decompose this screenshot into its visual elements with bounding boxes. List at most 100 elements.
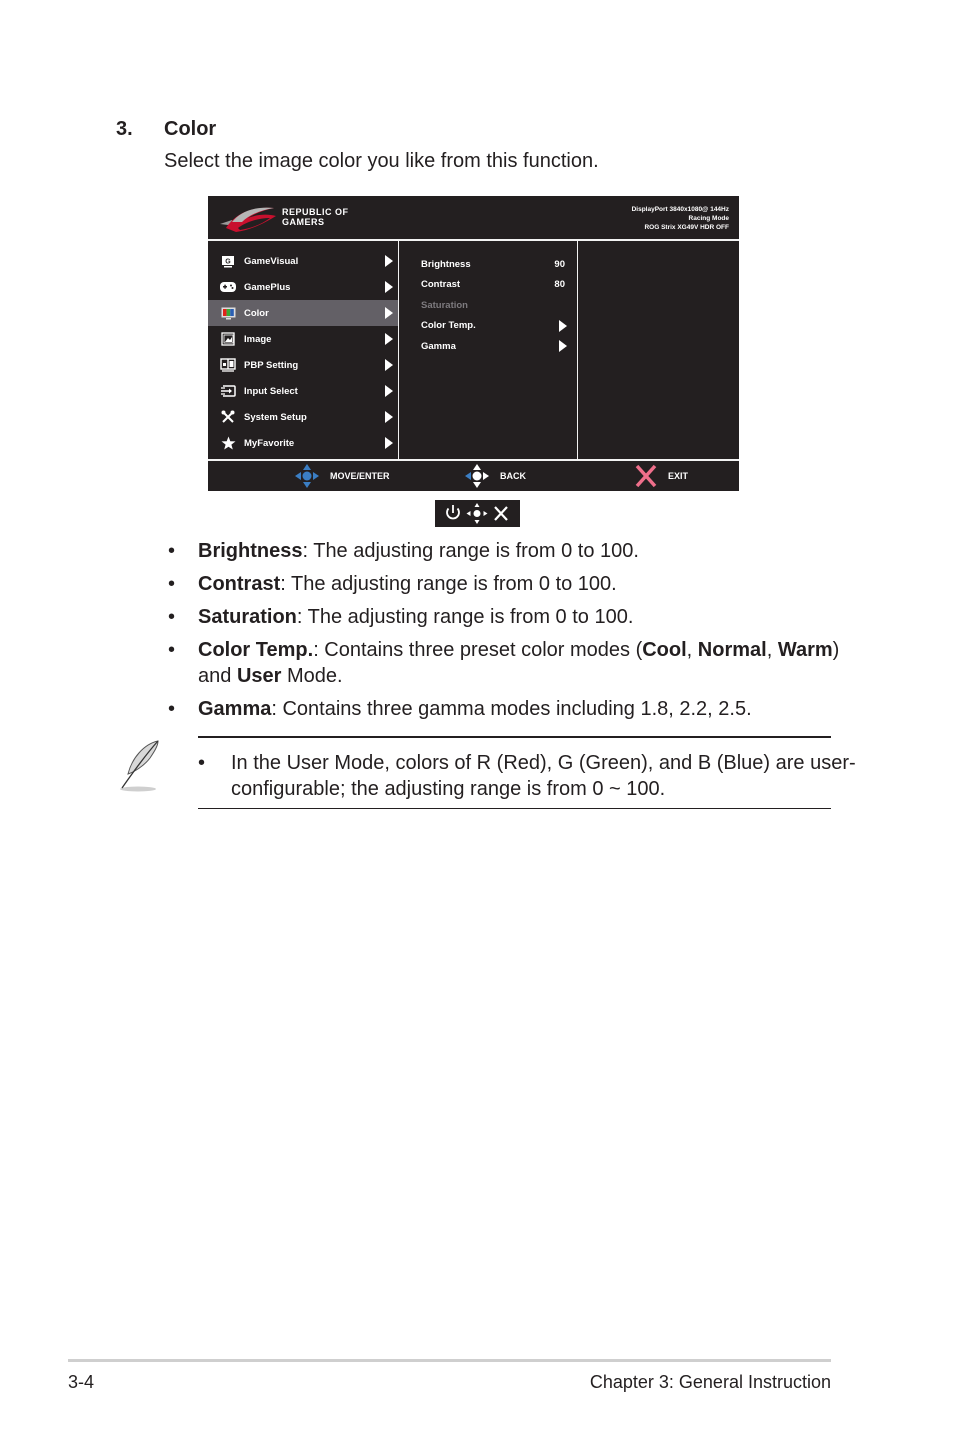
joystick-back-icon: [465, 464, 489, 488]
bullet: •: [168, 606, 176, 628]
term: Gamma: [198, 698, 272, 720]
gamepad-icon: [220, 280, 236, 294]
close-icon: [494, 506, 508, 521]
list-item-color-temp: • Color Temp.: Contains three preset col…: [168, 637, 848, 689]
term: Saturation: [198, 606, 297, 628]
move-enter-label: MOVE/ENTER: [330, 471, 390, 481]
bullet: •: [168, 698, 176, 720]
note-text: • In the User Mode, colors of R (Red), G…: [198, 750, 871, 802]
osd-main-menu: G GameVisual GamePlus Color Image PBP Se…: [208, 248, 398, 456]
chevron-right-icon: [385, 307, 393, 319]
bullet: •: [198, 752, 206, 774]
footer-rule: [68, 1359, 831, 1362]
image-icon: [220, 332, 236, 346]
section-title: Color: [164, 118, 217, 140]
page-number: 3-4: [68, 1372, 95, 1392]
mode-cool: Cool: [642, 639, 687, 661]
osd-divider-top: [208, 239, 739, 241]
osd-status: DisplayPort 3840x1080@ 144Hz Racing Mode…: [632, 205, 729, 232]
color-monitor-icon: [220, 306, 236, 320]
desc: : The adjusting range is from 0 to 100.: [296, 606, 634, 628]
term: Brightness: [198, 540, 303, 562]
menu-item-gamevisual[interactable]: G GameVisual: [208, 248, 398, 274]
status-input: DisplayPort 3840x1080@ 144Hz: [631, 206, 729, 213]
power-icon: [446, 505, 460, 520]
status-model: ROG Strix XG49V HDR OFF: [644, 224, 729, 231]
brand-line-2: GAMERS: [282, 217, 325, 227]
chevron-right-icon: [385, 411, 393, 423]
menu-item-myfavorite[interactable]: MyFavorite: [208, 430, 398, 456]
feature-list: • Brightness: The adjusting range is fro…: [168, 538, 848, 729]
joystick-icon: [466, 503, 488, 524]
submenu-item-contrast[interactable]: Contrast 80: [400, 275, 578, 296]
submenu-label: Contrast: [421, 279, 461, 291]
tail: Mode.: [281, 665, 343, 687]
menu-item-pbp-setting[interactable]: PBP Setting: [208, 352, 398, 378]
osd-column-divider: [398, 241, 399, 459]
rog-logo-icon: [220, 207, 276, 232]
list-item-saturation: • Saturation: The adjusting range is fro…: [168, 604, 848, 630]
menu-item-input-select[interactable]: Input Select: [208, 378, 398, 404]
chapter-title: Chapter 3: General Instruction: [589, 1372, 831, 1392]
submenu-item-color-temp[interactable]: Color Temp.: [400, 316, 578, 337]
section-description: Select the image color you like from thi…: [164, 150, 599, 172]
chevron-right-icon: [559, 319, 567, 332]
chevron-right-icon: [385, 359, 393, 371]
exit-label: EXIT: [668, 471, 689, 481]
bullet: •: [168, 573, 176, 595]
tools-icon: [220, 410, 236, 424]
submenu-item-saturation: Saturation: [400, 295, 578, 316]
chevron-right-icon: [385, 437, 393, 449]
menu-item-label: GameVisual: [244, 255, 299, 267]
submenu-label: Gamma: [421, 340, 456, 352]
menu-item-image[interactable]: Image: [208, 326, 398, 352]
osd-menu: REPUBLIC OF GAMERS DisplayPort 3840x1080…: [208, 196, 739, 491]
monitor-button-strip: [435, 500, 520, 527]
contrast-value: 80: [554, 279, 565, 291]
menu-item-label: MyFavorite: [244, 437, 295, 449]
chevron-right-icon: [385, 385, 393, 397]
osd-header: REPUBLIC OF GAMERS DisplayPort 3840x1080…: [208, 196, 739, 239]
note-rule-bottom: [198, 808, 831, 809]
chevron-right-icon: [385, 255, 393, 267]
joystick-move-icon: [295, 464, 319, 488]
note-body: In the User Mode, colors of R (Red), G (…: [231, 752, 856, 800]
section-number: 3.: [116, 118, 133, 140]
chevron-right-icon: [559, 340, 567, 352]
back-label: BACK: [500, 471, 526, 481]
osd-footer: MOVE/ENTER BACK EXIT: [208, 461, 739, 491]
brightness-value: 90: [554, 258, 565, 270]
separator: ,: [686, 639, 698, 661]
menu-item-label: Image: [244, 333, 272, 345]
gamevisual-icon: G: [220, 254, 236, 268]
input-icon: [220, 384, 236, 398]
note-rule-top: [198, 736, 831, 738]
list-item-gamma: • Gamma: Contains three gamma modes incl…: [168, 696, 848, 722]
chevron-right-icon: [385, 333, 393, 345]
menu-item-color[interactable]: Color: [208, 300, 398, 326]
menu-item-label: GamePlus: [244, 281, 291, 293]
osd-submenu: Brightness 90 Contrast 80 Saturation Col…: [400, 254, 578, 357]
menu-item-system-setup[interactable]: System Setup: [208, 404, 398, 430]
exit-hint: EXIT: [634, 461, 688, 491]
menu-item-label: PBP Setting: [244, 359, 299, 371]
move-enter-hint: MOVE/ENTER: [294, 461, 390, 491]
star-icon: [220, 436, 236, 450]
term: Color Temp.: [198, 639, 314, 661]
mode-warm: Warm: [777, 639, 833, 661]
separator: ,: [766, 639, 778, 661]
menu-item-gameplus[interactable]: GamePlus: [208, 274, 398, 300]
brand-line-1: REPUBLIC OF: [282, 207, 349, 217]
bullet: •: [168, 540, 176, 562]
status-mode: Racing Mode: [688, 215, 729, 222]
term: Contrast: [198, 573, 281, 595]
bullet: •: [168, 639, 176, 661]
submenu-item-brightness[interactable]: Brightness 90: [400, 254, 578, 275]
mode-normal: Normal: [697, 639, 767, 661]
submenu-item-gamma[interactable]: Gamma: [400, 336, 578, 357]
menu-item-label: Input Select: [244, 385, 298, 397]
desc: : The adjusting range is from 0 to 100.: [302, 540, 639, 562]
list-item-contrast: • Contrast: The adjusting range is from …: [168, 571, 848, 597]
pbp-icon: [220, 358, 236, 372]
svg-text:G: G: [225, 258, 231, 265]
